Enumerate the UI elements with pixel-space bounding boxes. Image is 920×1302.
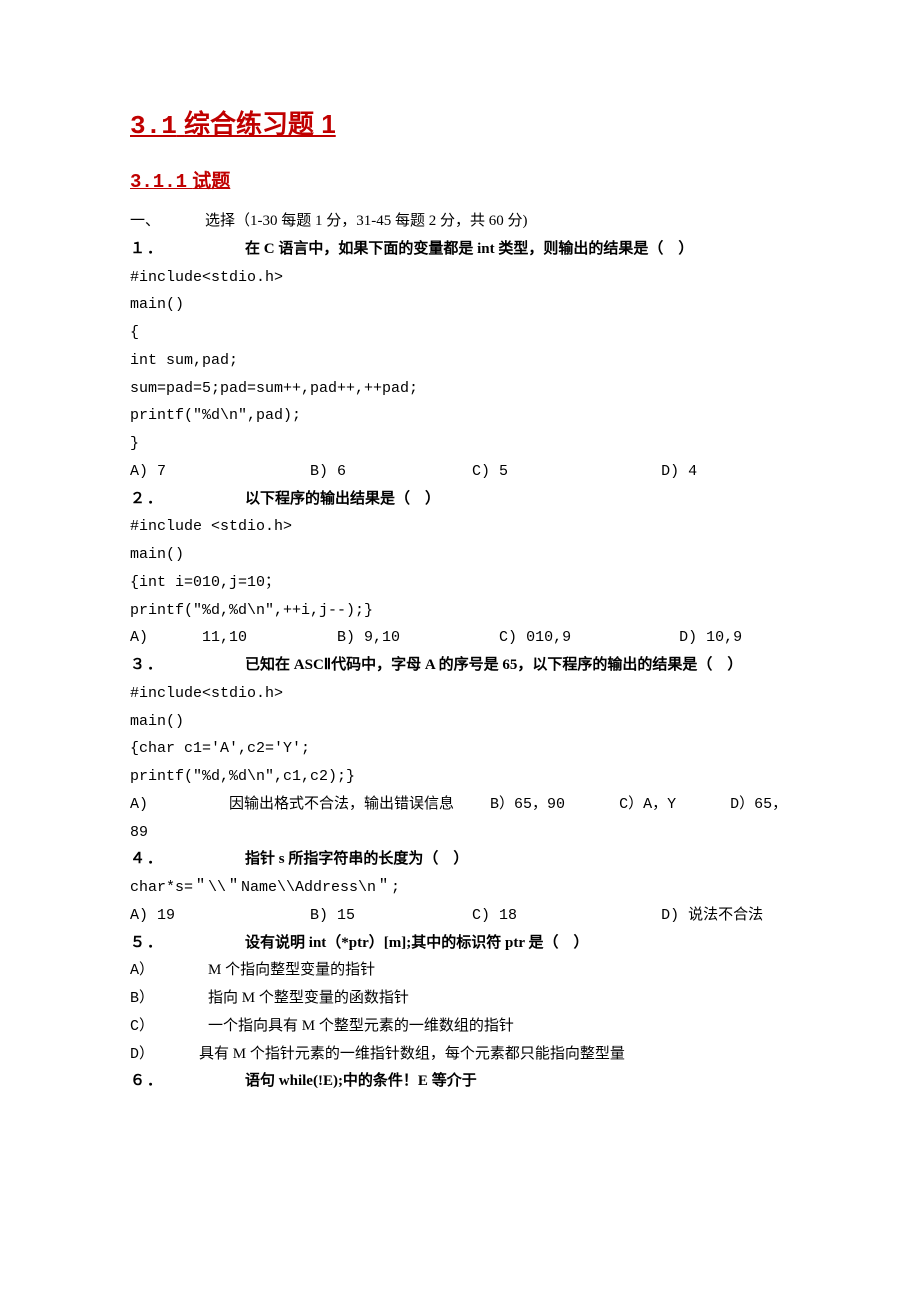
section-title: 3.1.1 试题: [130, 164, 790, 200]
q3-code: printf("%d,%d\n",c1,c2);}: [130, 763, 790, 791]
q5-option-c: C） 一个指向具有 M 个整型元素的一维数组的指针: [130, 1013, 790, 1041]
q3-code: {char c1='A',c2='Y';: [130, 735, 790, 763]
q1-code: }: [130, 430, 790, 458]
q3-stem: ３． 已知在 ASCⅡ代码中，字母 A 的序号是 65，以下程序的输出的结果是（…: [130, 652, 790, 680]
q1-stem: １． 在 C 语言中，如果下面的变量都是 int 类型，则输出的结果是（ ）: [130, 236, 790, 264]
q2-stem: ２． 以下程序的输出结果是（ ）: [130, 486, 790, 514]
q2-code: main(): [130, 541, 790, 569]
q2-options: A) 11,10 B) 9,10 C) 010,9 D) 10,9: [130, 624, 790, 652]
gap: [177, 109, 184, 139]
q2-code: #include <stdio.h>: [130, 513, 790, 541]
q5-stem: ５． 设有说明 int（*ptr）[m];其中的标识符 ptr 是（ ）: [130, 930, 790, 958]
q5-option-a: A） M 个指向整型变量的指针: [130, 957, 790, 985]
q1-code: sum=pad=5;pad=sum++,pad++,++pad;: [130, 375, 790, 403]
q3-options: A) 因输出格式不合法，输出错误信息 B）65，90 C）A，Y D）65，: [130, 791, 790, 819]
section-number: 3.1.1: [130, 171, 187, 193]
q2-code: {int i=010,j=10；: [130, 569, 790, 597]
q2-code: printf("%d,%d\n",++i,j--);}: [130, 597, 790, 625]
q3-code: #include<stdio.h>: [130, 680, 790, 708]
q5-option-d: D） 具有 M 个指针元素的一维指针数组，每个元素都只能指向整型量: [130, 1041, 790, 1069]
chapter-title: 3.1 综合练习题 1: [130, 100, 790, 150]
q1-options: A) 7 B) 6 C) 5 D) 4: [130, 458, 790, 486]
q6-stem: ６． 语句 while(!E);中的条件！E 等介于: [130, 1068, 790, 1096]
q1-code: #include<stdio.h>: [130, 264, 790, 292]
q4-code: char*s=＂\\＂Name\\Address\n＂;: [130, 874, 790, 902]
chapter-text: 综合练习题 1: [184, 109, 336, 139]
q1-code: {: [130, 319, 790, 347]
chapter-number: 3.1: [130, 111, 177, 141]
q1-code: int sum,pad;: [130, 347, 790, 375]
section-text: 试题: [192, 171, 230, 192]
q3-options-cont: 89: [130, 819, 790, 847]
q4-stem: ４． 指针 s 所指字符串的长度为（ ）: [130, 846, 790, 874]
q3-code: main(): [130, 708, 790, 736]
q1-code: printf("%d\n",pad);: [130, 402, 790, 430]
part-one-header: 一、 选择（1-30 每题 1 分，31-45 每题 2 分，共 60 分): [130, 208, 790, 236]
q5-option-b: B） 指向 M 个整型变量的函数指针: [130, 985, 790, 1013]
q1-code: main(): [130, 291, 790, 319]
q4-options: A) 19 B) 15 C) 18 D) 说法不合法: [130, 902, 790, 930]
